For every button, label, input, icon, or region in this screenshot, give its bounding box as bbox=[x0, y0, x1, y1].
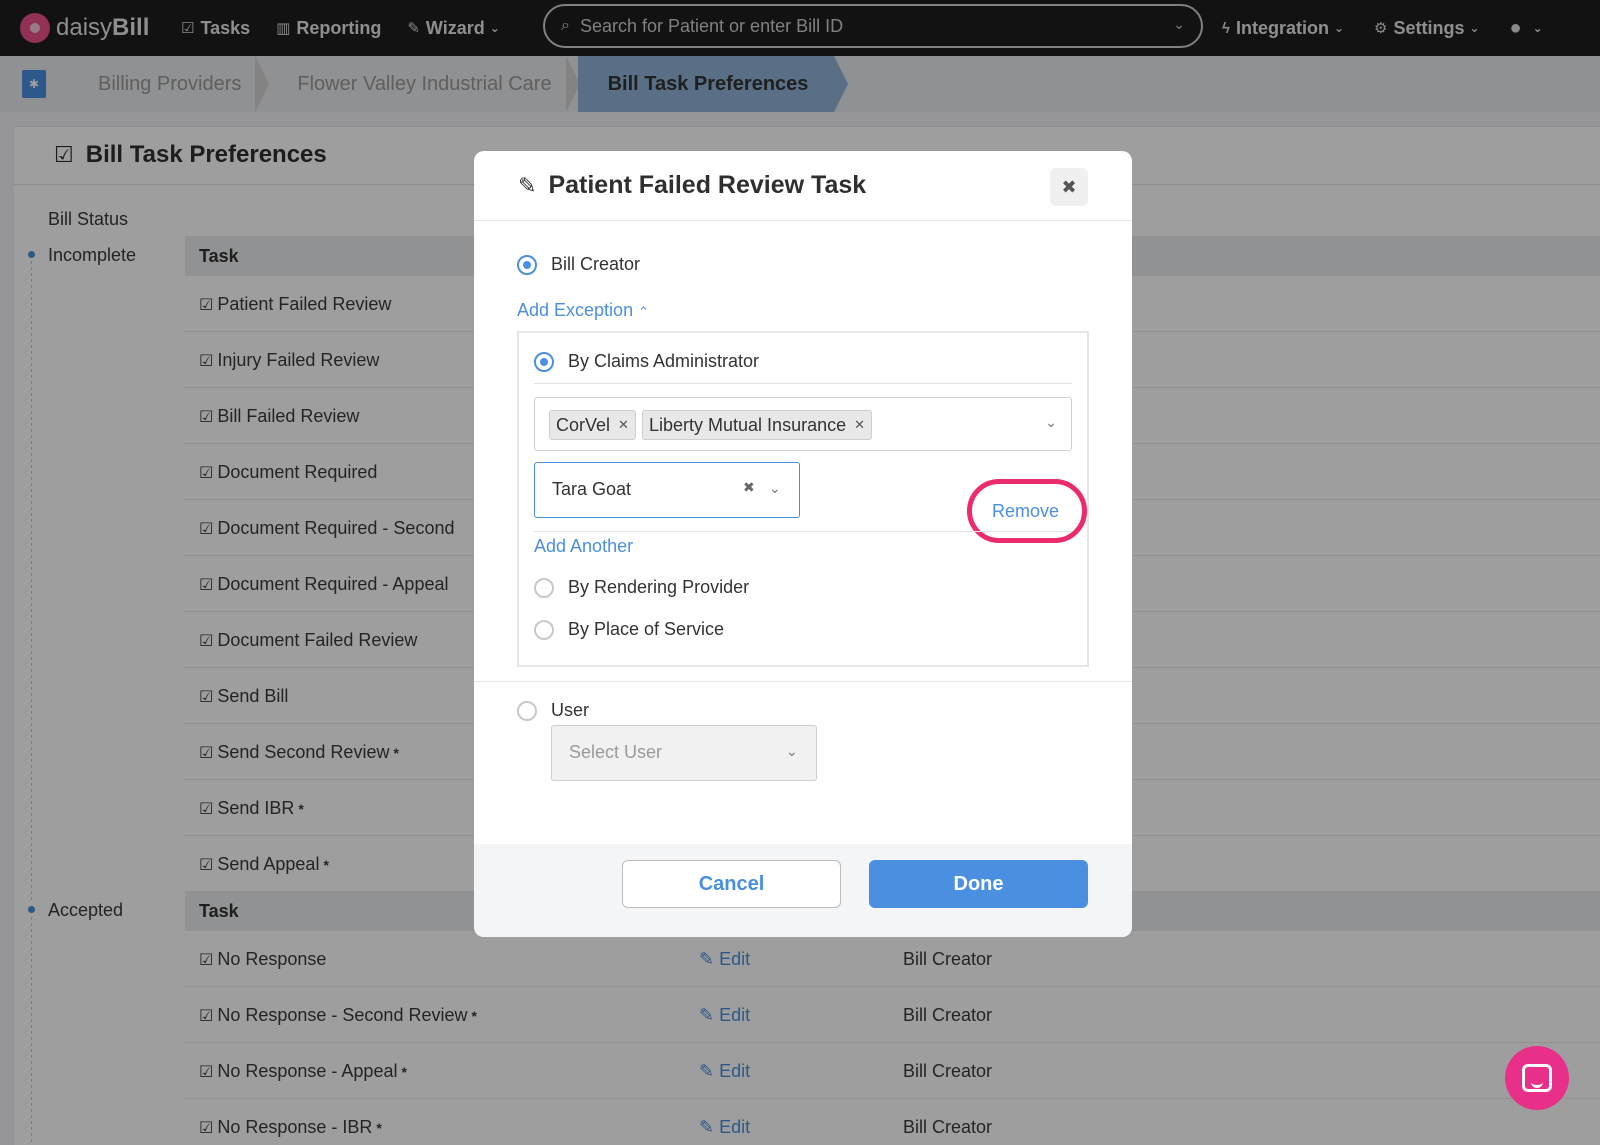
edit-icon: ✎ bbox=[518, 172, 537, 198]
chat-launcher-button[interactable] bbox=[1505, 1046, 1569, 1110]
divider bbox=[474, 681, 1132, 682]
add-another-link[interactable]: Add Another bbox=[534, 536, 633, 557]
done-button[interactable]: Done bbox=[869, 860, 1088, 908]
modal-title: ✎ Patient Failed Review Task bbox=[518, 171, 867, 199]
divider bbox=[534, 531, 1072, 532]
by-place-of-service-radio[interactable] bbox=[534, 620, 554, 640]
remove-button[interactable]: Remove bbox=[992, 501, 1059, 522]
bill-creator-radio[interactable] bbox=[517, 255, 537, 275]
chip-corvel: CorVel ✕ bbox=[549, 410, 636, 440]
close-button[interactable]: ✖ bbox=[1050, 168, 1088, 206]
select-user-dropdown[interactable]: Select User ⌄ bbox=[551, 725, 817, 781]
by-place-of-service-label: By Place of Service bbox=[568, 619, 725, 639]
remove-chip-icon[interactable]: ✕ bbox=[854, 417, 865, 433]
remove-chip-icon[interactable]: ✕ bbox=[618, 417, 629, 433]
chevron-up-icon: ⌃ bbox=[638, 304, 649, 319]
chat-icon bbox=[1522, 1064, 1552, 1092]
exception-box: By Claims Administrator CorVel ✕ Liberty… bbox=[517, 331, 1089, 667]
task-assignment-modal: ✎ Patient Failed Review Task ✖ Bill Crea… bbox=[474, 151, 1132, 937]
by-claims-admin-radio[interactable] bbox=[534, 352, 554, 372]
assignee-value: Tara Goat bbox=[552, 479, 632, 499]
modal-header: ✎ Patient Failed Review Task ✖ bbox=[474, 151, 1132, 221]
clear-icon[interactable]: ✖ bbox=[743, 479, 755, 496]
close-icon: ✖ bbox=[1061, 176, 1077, 197]
user-radio[interactable] bbox=[517, 701, 537, 721]
chevron-down-icon[interactable]: ⌄ bbox=[769, 480, 781, 497]
select-user-placeholder: Select User bbox=[569, 742, 663, 762]
by-rendering-provider-radio[interactable] bbox=[534, 578, 554, 598]
divider bbox=[534, 383, 1072, 384]
chip-liberty-mutual: Liberty Mutual Insurance ✕ bbox=[642, 410, 873, 440]
chevron-down-icon[interactable]: ⌄ bbox=[1045, 414, 1057, 431]
by-rendering-provider-label: By Rendering Provider bbox=[568, 577, 750, 597]
cancel-button[interactable]: Cancel bbox=[622, 860, 841, 908]
bill-creator-label: Bill Creator bbox=[551, 254, 641, 274]
claims-admin-multiselect[interactable]: CorVel ✕ Liberty Mutual Insurance ✕ ⌄ bbox=[534, 397, 1072, 451]
chevron-down-icon: ⌄ bbox=[786, 743, 798, 759]
modal-footer: Cancel Done bbox=[474, 844, 1132, 937]
add-exception-toggle[interactable]: Add Exception ⌃ bbox=[517, 300, 649, 321]
by-claims-admin-label: By Claims Administrator bbox=[568, 351, 760, 371]
user-label: User bbox=[551, 700, 590, 720]
exception-assignee-select[interactable]: Tara Goat ✖ ⌄ bbox=[534, 462, 800, 518]
